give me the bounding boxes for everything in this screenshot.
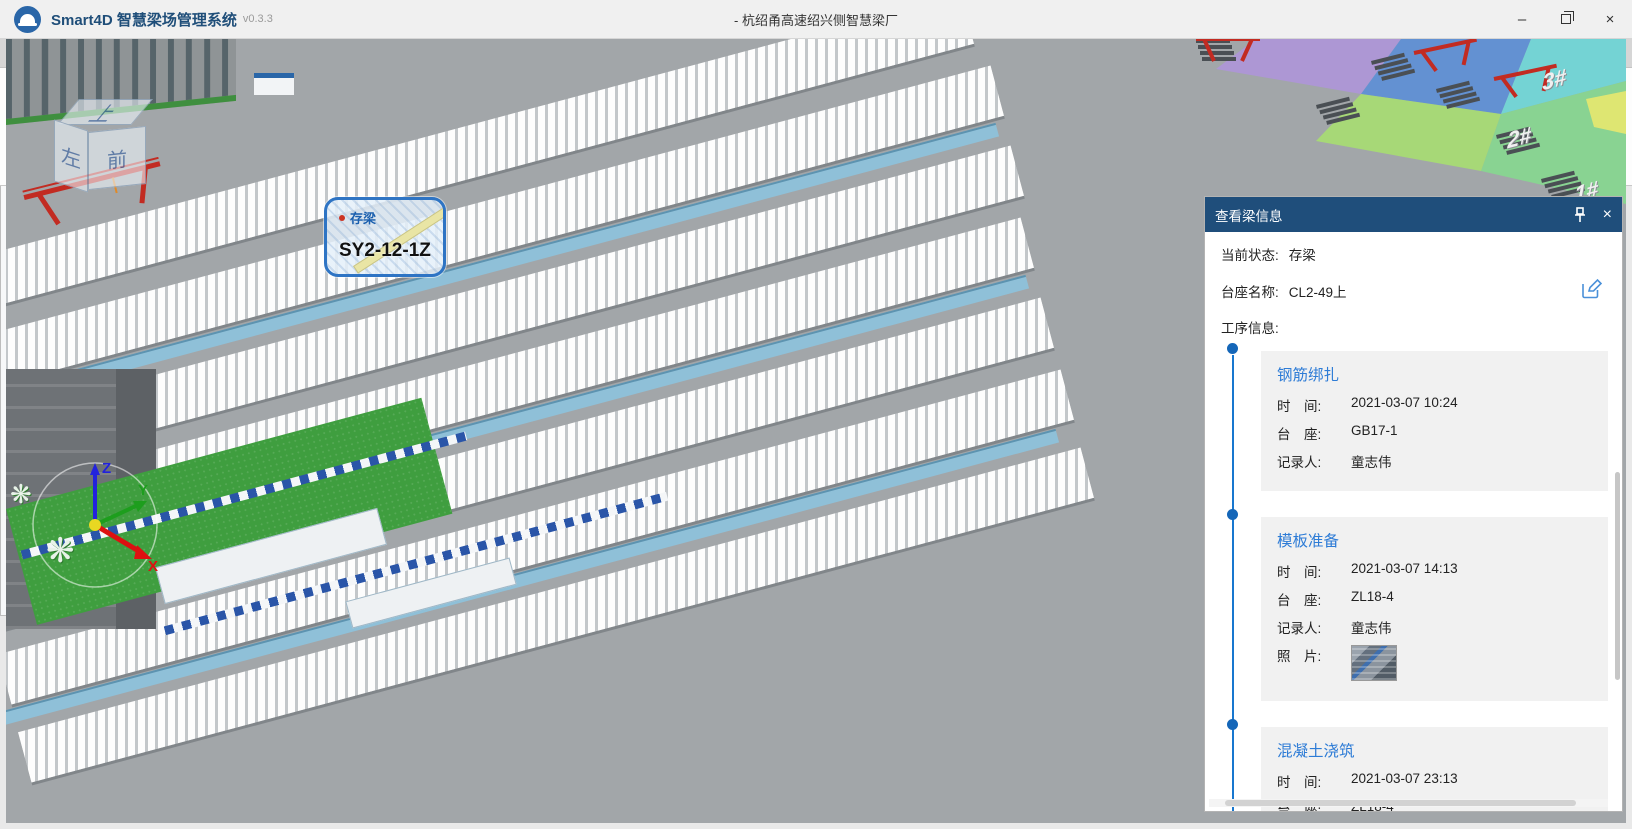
process-timeline: 钢筋绑扎 时 间:2021-03-07 10:24 台 座:GB17-1 记录人… (1221, 351, 1608, 811)
horizontal-scrollbar[interactable] (1209, 799, 1608, 807)
vertical-scrollbar[interactable] (1614, 243, 1621, 789)
close-button[interactable]: × (1588, 0, 1632, 38)
pin-icon[interactable] (1573, 207, 1587, 223)
application-window: Smart4D 智慧梁场管理系统 v0.3.3 - 杭绍甬高速绍兴侧智慧梁厂 –… (0, 0, 1632, 829)
restore-button[interactable] (1544, 0, 1588, 38)
process-step-card: 钢筋绑扎 时 间:2021-03-07 10:24 台 座:GB17-1 记录人… (1261, 351, 1608, 491)
current-status-value: 存梁 (1289, 244, 1316, 264)
nav-cube-front[interactable]: 前 (88, 126, 146, 190)
beam-info-panel-header: 查看梁信息 × (1205, 197, 1622, 232)
process-info-label: 工序信息: (1221, 317, 1608, 337)
step-title[interactable]: 钢筋绑扎 (1277, 363, 1594, 385)
beam-info-panel: 查看梁信息 × 当前状态: 存梁 台座名称: CL2-49上 工序信息: (1204, 196, 1623, 812)
app-version: v0.3.3 (243, 13, 273, 25)
nav-cube[interactable]: 上 左 前 (54, 99, 164, 219)
axis-z-label: Z (102, 460, 111, 477)
pedestal-name-row: 台座名称: CL2-49上 (1221, 278, 1608, 303)
step-title[interactable]: 混凝土浇筑 (1277, 739, 1594, 761)
beam-callout: 存梁 SY2-12-1Z (324, 197, 446, 277)
pedestal-name-value: CL2-49上 (1289, 281, 1347, 301)
step-recorder: 童志伟 (1351, 451, 1392, 471)
step-pedestal: ZL18-4 (1351, 589, 1394, 609)
axis-gizmo: Z Y X (20, 447, 170, 597)
nav-cube-left[interactable]: 左 (54, 119, 88, 192)
status-dot (339, 215, 345, 221)
nav-cube-top[interactable]: 上 (57, 99, 153, 125)
timeline-line (1232, 355, 1234, 811)
callout-status: 存梁 (350, 208, 376, 227)
gate-house (254, 73, 294, 95)
process-photo-thumbnail[interactable] (1351, 645, 1397, 681)
step-title[interactable]: 模板准备 (1277, 529, 1594, 551)
app-logo-icon (14, 6, 41, 33)
title-bar: Smart4D 智慧梁场管理系统 v0.3.3 - 杭绍甬高速绍兴侧智慧梁厂 –… (0, 0, 1632, 38)
current-status-row: 当前状态: 存梁 (1221, 244, 1608, 264)
step-recorder: 童志伟 (1351, 617, 1392, 637)
step-pedestal: GB17-1 (1351, 423, 1398, 443)
step-time: 2021-03-07 23:13 (1351, 771, 1458, 791)
step-time: 2021-03-07 10:24 (1351, 395, 1458, 415)
edit-pencil-icon (1580, 278, 1602, 300)
panel-title: 查看梁信息 (1215, 205, 1283, 225)
edit-button[interactable] (1580, 278, 1602, 303)
axis-x-label: X (148, 558, 158, 575)
step-time: 2021-03-07 14:13 (1351, 561, 1458, 581)
close-icon[interactable]: × (1603, 207, 1612, 223)
restore-icon (1561, 14, 1571, 24)
axis-y-label: Y (138, 482, 148, 499)
callout-beam-id: SY2-12-1Z (339, 240, 431, 262)
app-name: Smart4D 智慧梁场管理系统 (51, 9, 237, 30)
viewport-panel: 三维视图 × (0, 0, 663, 616)
process-step-card: 模板准备 时 间:2021-03-07 14:13 台 座:ZL18-4 记录人… (1261, 517, 1608, 701)
minimize-button[interactable]: – (1500, 0, 1544, 38)
